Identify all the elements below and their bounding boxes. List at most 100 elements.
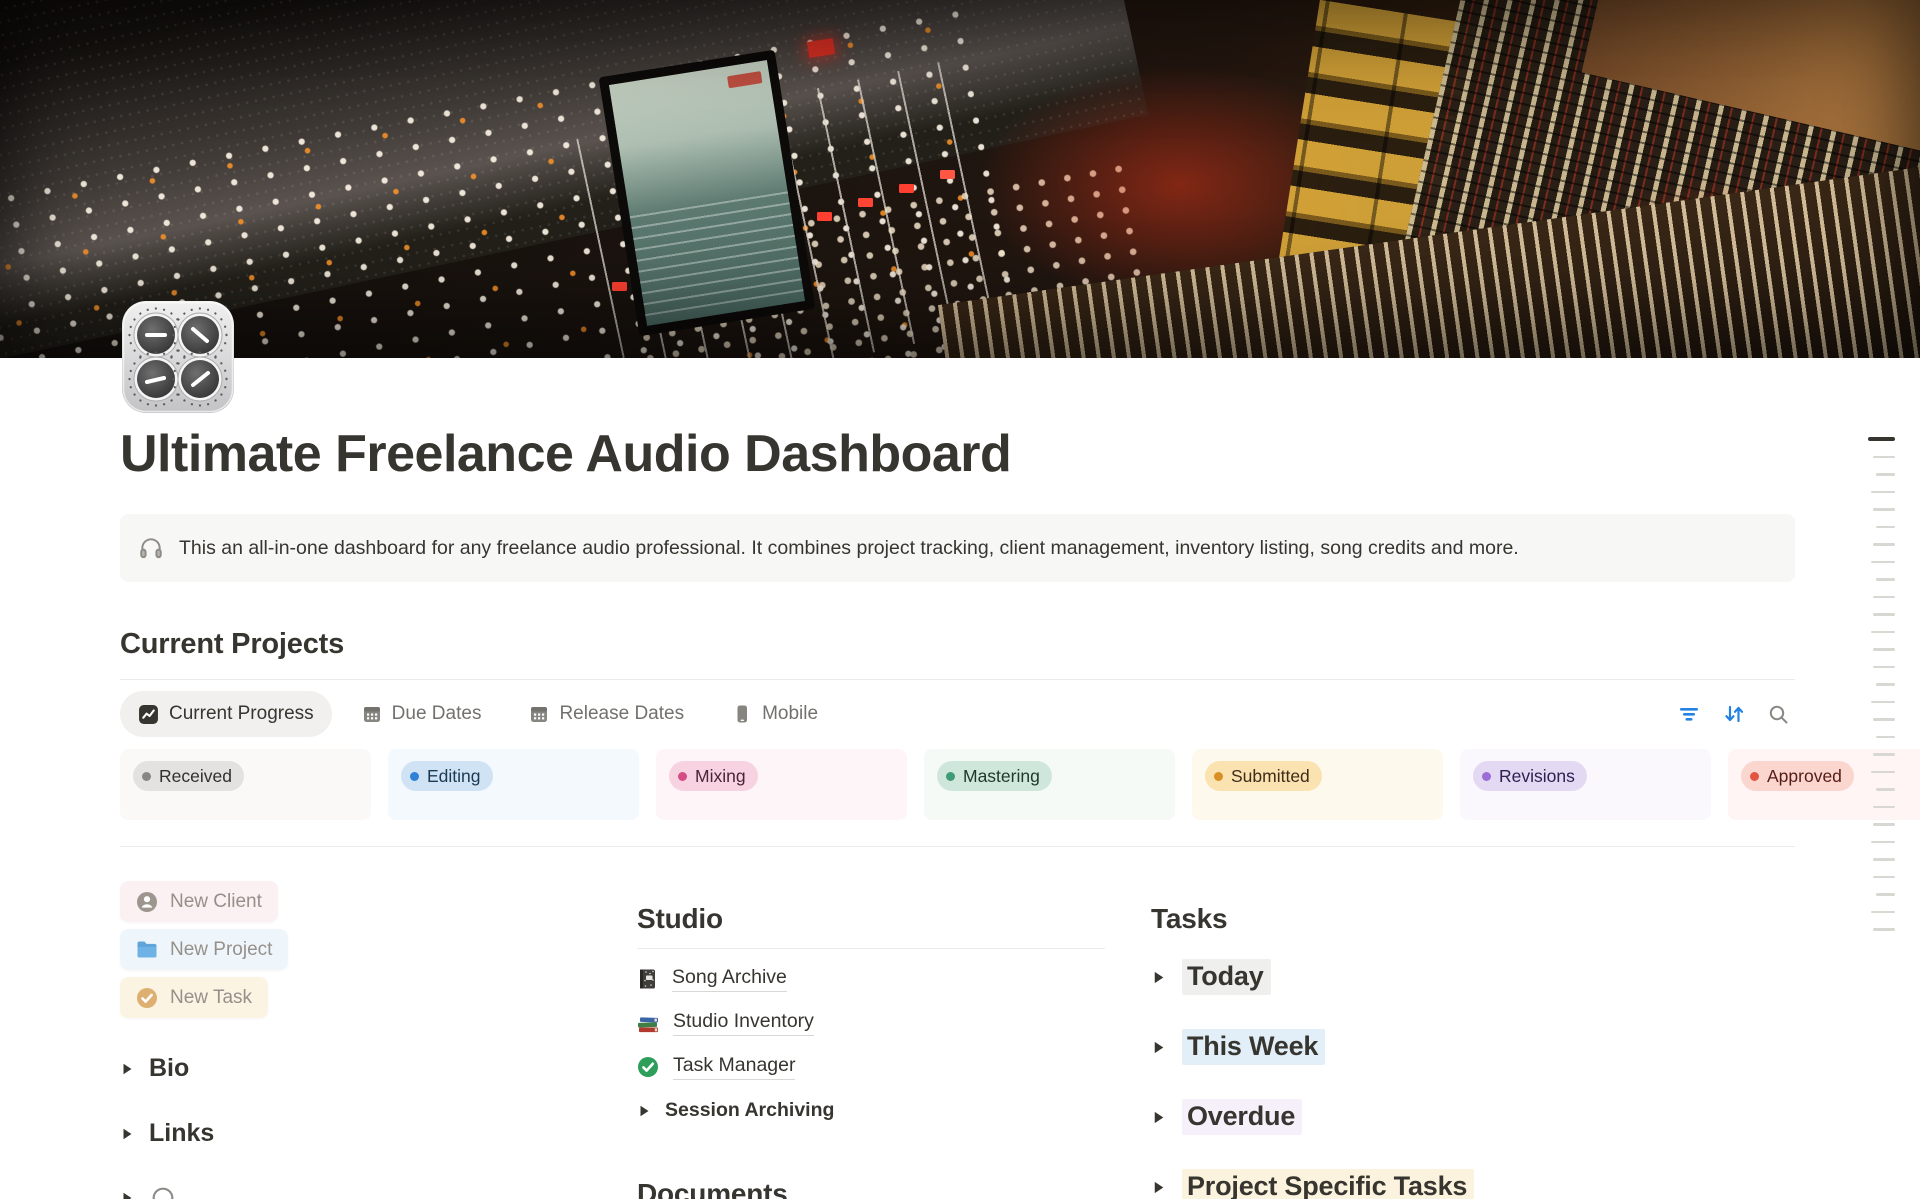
button-label: New Client [170,891,262,913]
headphones-icon [149,1184,177,1199]
kanban-column-mastering[interactable]: Mastering [924,749,1175,820]
status-dot [142,772,151,781]
toggle-session-archiving[interactable]: Session Archiving [637,1089,1105,1132]
outline-dash[interactable] [1871,701,1895,704]
kanban-column-revisions[interactable]: Revisions [1460,749,1711,820]
page-outline-minimap[interactable] [1868,437,1895,931]
green-check-icon [637,1056,659,1078]
toggle-today[interactable]: Today [1151,959,1795,995]
outline-dash[interactable] [1873,928,1895,931]
toggle-label: Overdue [1182,1099,1302,1135]
outline-dash[interactable] [1873,806,1895,809]
section-heading-tasks: Tasks [1151,903,1795,935]
toggle-bio[interactable]: Bio [120,1054,591,1083]
new-task-button[interactable]: New Task [120,977,268,1018]
link-label: Song Archive [672,966,787,992]
toggle-label: Project Specific Tasks [1182,1169,1474,1199]
outline-dash[interactable] [1876,578,1895,581]
outline-dash[interactable] [1873,858,1895,861]
outline-dash[interactable] [1871,841,1895,844]
toggle-arrow-icon[interactable] [637,1104,651,1118]
button-label: New Project [170,939,272,961]
search-icon[interactable] [1768,704,1789,725]
outline-dash[interactable] [1873,456,1895,459]
sort-icon[interactable] [1723,704,1745,724]
outline-dash[interactable] [1873,753,1895,756]
status-badge[interactable]: Mixing [669,761,758,791]
kanban-column-received[interactable]: Received [120,749,371,820]
outline-dash[interactable] [1876,473,1895,476]
tab-current-progress[interactable]: Current Progress [120,691,332,737]
toggle-arrow-icon[interactable] [120,1062,134,1076]
toggle-arrow-icon[interactable] [1151,1040,1166,1055]
outline-dash[interactable] [1873,613,1895,616]
status-label: Revisions [1499,766,1575,787]
toggle-arrow-icon[interactable] [1151,1110,1166,1125]
outline-dash[interactable] [1873,823,1895,826]
outline-dash[interactable] [1876,683,1895,686]
check-circle-icon [136,987,158,1009]
outline-dash[interactable] [1876,893,1895,896]
toggle-arrow-icon[interactable] [1151,1180,1166,1195]
outline-dash[interactable] [1876,736,1895,739]
outline-dash[interactable] [1873,543,1895,546]
outline-dash[interactable] [1868,437,1895,441]
calendar-icon [362,704,382,724]
button-label: New Task [170,987,252,1009]
outline-dash[interactable] [1873,876,1895,879]
status-label: Received [159,766,232,787]
status-label: Submitted [1231,766,1310,787]
toggle-overdue[interactable]: Overdue [1151,1099,1795,1135]
toggle-label: This Week [1182,1029,1325,1065]
page-link-task-manager[interactable]: Task Manager [637,1045,1105,1089]
tab-mobile[interactable]: Mobile [714,691,836,737]
toggle-this-week[interactable]: This Week [1151,1029,1795,1065]
toggle-project-specific-tasks[interactable]: Project Specific Tasks [1151,1169,1795,1199]
outline-dash[interactable] [1873,508,1895,511]
phone-icon [732,704,752,724]
toggle-headphones[interactable] [120,1184,591,1199]
books-icon [637,1013,659,1034]
toggle-label: Session Archiving [665,1099,834,1122]
tab-release-dates[interactable]: Release Dates [511,691,702,737]
kanban-column-submitted[interactable]: Submitted [1192,749,1443,820]
outline-dash[interactable] [1871,631,1895,634]
status-label: Mixing [695,766,746,787]
page-icon-control-knobs[interactable] [122,301,234,413]
outline-dash[interactable] [1876,526,1895,529]
outline-dash[interactable] [1871,561,1895,564]
outline-dash[interactable] [1871,491,1895,494]
new-project-button[interactable]: New Project [120,929,288,970]
outline-dash[interactable] [1873,666,1895,669]
status-dot [1750,772,1759,781]
page-link-song-archive[interactable]: Song Archive [637,957,1105,1001]
filter-icon[interactable] [1678,704,1700,724]
callout: This an all-in-one dashboard for any fre… [120,514,1795,582]
section-heading-studio: Studio [637,903,1105,935]
outline-dash[interactable] [1873,596,1895,599]
outline-dash[interactable] [1876,788,1895,791]
kanban-column-mixing[interactable]: Mixing [656,749,907,820]
outline-dash[interactable] [1871,771,1895,774]
outline-dash[interactable] [1873,718,1895,721]
calendar-icon [529,704,549,724]
status-badge[interactable]: Revisions [1473,761,1587,791]
tab-due-dates[interactable]: Due Dates [344,691,500,737]
kanban-column-editing[interactable]: Editing [388,749,639,820]
outline-dash[interactable] [1871,911,1895,914]
outline-dash[interactable] [1873,648,1895,651]
page-link-studio-inventory[interactable]: Studio Inventory [637,1001,1105,1045]
status-badge[interactable]: Editing [401,761,493,791]
toggle-arrow-icon[interactable] [1151,970,1166,985]
toggle-arrow-icon[interactable] [120,1191,134,1199]
status-badge[interactable]: Submitted [1205,761,1322,791]
status-badge[interactable]: Received [133,761,244,791]
status-badge[interactable]: Approved [1741,761,1854,791]
status-badge[interactable]: Mastering [937,761,1052,791]
folder-icon [136,940,158,959]
toggle-links[interactable]: Links [120,1119,591,1148]
new-client-button[interactable]: New Client [120,881,278,922]
middle-column: Studio Song Archive [637,881,1105,1199]
status-label: Mastering [963,766,1040,787]
toggle-arrow-icon[interactable] [120,1127,134,1141]
